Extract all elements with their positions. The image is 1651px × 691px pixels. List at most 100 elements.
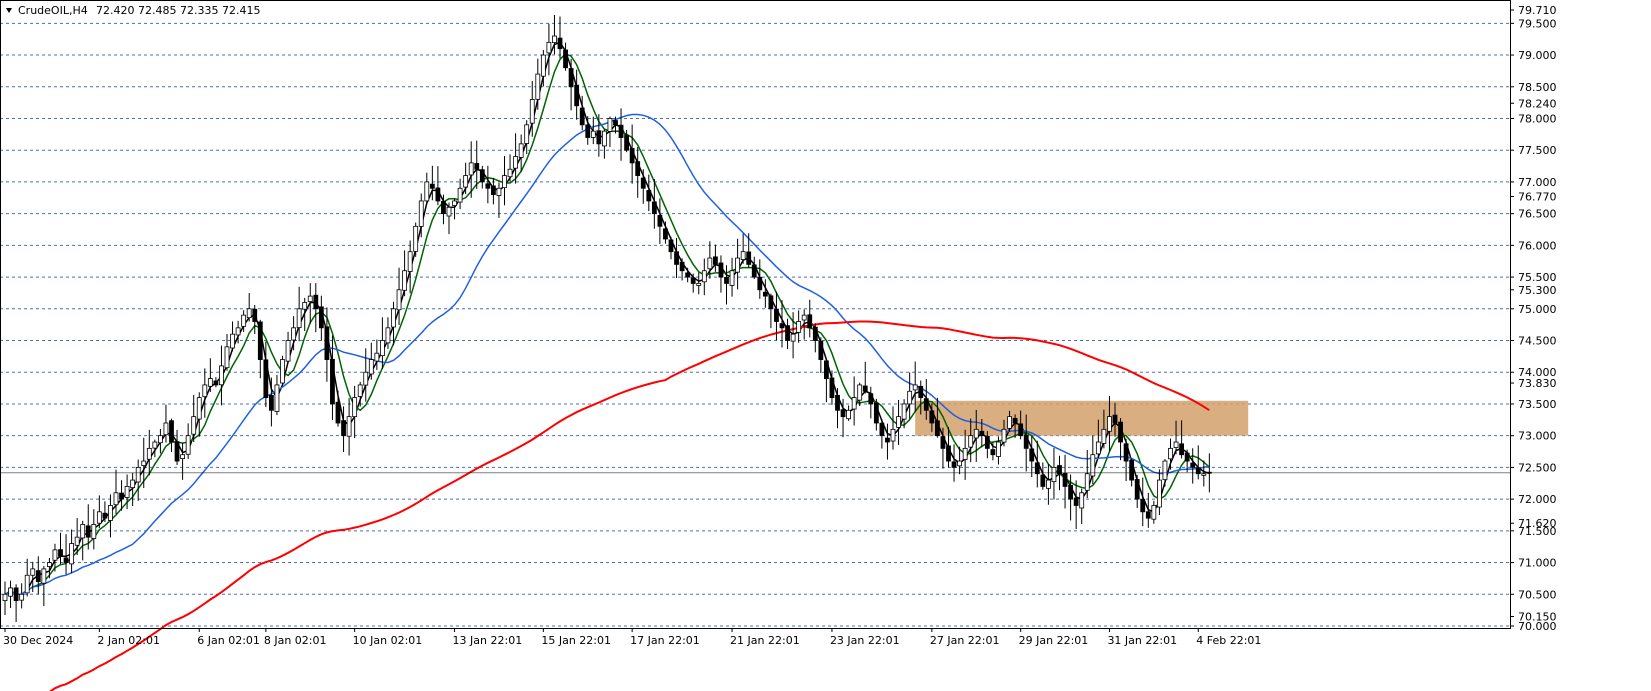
- candle-body-183: [1018, 423, 1024, 437]
- candle-body-119: [663, 228, 668, 240]
- candle-body-46: [257, 321, 263, 360]
- candle-body-24: [135, 467, 141, 483]
- candle-body-104: [579, 107, 585, 126]
- candle-body-71: [396, 289, 402, 311]
- candle-body-51: [285, 340, 291, 362]
- candle-body-124: [690, 277, 696, 284]
- candle-body-12: [69, 543, 74, 565]
- symbol-label[interactable]: CrudeOIL,H4: [18, 4, 88, 17]
- price-chart[interactable]: 79.71079.500 79.000 78.500 78.240 78.000 77.5…: [0, 0, 1651, 691]
- candle-body-39: [219, 365, 224, 386]
- candle-body-57: [318, 306, 324, 329]
- y-tick-label-26: 70.000: [1518, 620, 1557, 633]
- candle-body-127: [707, 257, 713, 270]
- candle-body-188: [1046, 479, 1051, 489]
- candle-body-194: [1079, 492, 1085, 509]
- candle-body-195: [1084, 473, 1090, 491]
- x-tick-label-4: 10 Jan 02:01: [353, 634, 423, 647]
- candle-body-213: [1184, 452, 1190, 462]
- candle-body-117: [651, 201, 657, 215]
- candle-body-202: [1123, 443, 1129, 462]
- time-axis: 30 Dec 2024 2 Jan 02:01 6 Jan 02:01 8 Jan 0…: [3, 628, 1261, 647]
- candle-body-93: [518, 143, 524, 158]
- candle-body-199: [1107, 416, 1112, 432]
- candle-body-14: [80, 524, 86, 539]
- y-tick-label-9: 76.500: [1518, 208, 1557, 221]
- candle-body-160: [890, 428, 896, 442]
- symbol-dropdown-icon[interactable]: [6, 8, 12, 13]
- candle-body-135: [751, 264, 757, 278]
- candle-body-169: [940, 436, 946, 449]
- y-tick-label-11: 75.500: [1518, 271, 1557, 284]
- y-tick-label-14: 74.500: [1518, 335, 1557, 348]
- candle-body-179: [996, 441, 1001, 457]
- candle-body-166: [923, 398, 929, 411]
- candle-body-16: [91, 524, 97, 539]
- candle-body-75: [418, 200, 424, 227]
- x-tick-label-13: 4 Feb 22:01: [1196, 634, 1261, 647]
- candle-body-191: [1062, 472, 1068, 487]
- x-tick-label-3: 8 Jan 02:01: [264, 634, 327, 647]
- candle-body-6: [35, 570, 41, 582]
- candle-body-50: [280, 359, 285, 384]
- candle-body-56: [313, 294, 319, 310]
- candle-body-107: [596, 130, 602, 145]
- candle-body-178: [990, 449, 996, 456]
- candle-body-92: [513, 156, 518, 169]
- candle-body-101: [563, 49, 568, 69]
- candle-body-60: [335, 401, 341, 424]
- candle-body-48: [268, 395, 274, 411]
- candle-body-212: [1179, 443, 1184, 456]
- candle-body-136: [757, 276, 763, 291]
- candle-body-43: [241, 314, 247, 327]
- candle-body-84: [468, 162, 474, 176]
- x-tick-label-11: 29 Jan 22:01: [1019, 634, 1089, 647]
- candle-body-102: [568, 68, 574, 88]
- price-axis: 79.71079.500 79.000 78.500 78.240 78.000 77.5…: [1510, 4, 1557, 633]
- moving-average-line-3: [4, 41, 1210, 596]
- candle-body-23: [130, 479, 136, 489]
- candle-body-38: [213, 380, 219, 386]
- candle-body-15: [85, 525, 91, 538]
- candle-body-66: [368, 359, 374, 375]
- candle-body-161: [896, 416, 901, 428]
- price-grid-lines: [0, 22, 1510, 627]
- y-tick-label-23: 71.000: [1518, 557, 1557, 570]
- candle-body-81: [452, 200, 457, 206]
- candle-body-201: [1118, 421, 1123, 443]
- candle-body-171: [951, 461, 957, 468]
- candle-body-82: [457, 187, 463, 203]
- candle-body-100: [557, 37, 563, 50]
- candle-body-134: [746, 251, 752, 265]
- candle-body-137: [762, 291, 768, 297]
- candle-body-67: [374, 352, 380, 362]
- candle-body-86: [479, 169, 485, 183]
- candle-body-45: [252, 308, 258, 322]
- candle-body-79: [441, 201, 446, 215]
- candle-body-185: [1029, 448, 1035, 462]
- candle-body-34: [191, 416, 197, 435]
- x-tick-label-2: 6 Jan 02:01: [197, 634, 260, 647]
- candle-body-89: [496, 187, 502, 196]
- candle-body-18: [102, 512, 108, 519]
- candle-body-26: [146, 447, 152, 460]
- y-tick-label-18: 73.000: [1518, 430, 1557, 443]
- candle-body-151: [840, 409, 846, 418]
- candle-body-149: [829, 377, 835, 399]
- candle-body-203: [1129, 459, 1135, 481]
- candle-body-4: [24, 574, 30, 594]
- x-tick-label-1: 2 Jan 02:01: [97, 634, 160, 647]
- candle-body-152: [846, 409, 851, 420]
- candle-body-197: [1095, 441, 1101, 455]
- candle-body-147: [818, 340, 824, 360]
- candle-body-128: [713, 256, 718, 265]
- ohlc-values: 72.420 72.485 72.335 72.415: [96, 4, 260, 17]
- candle-body-129: [718, 262, 724, 278]
- candle-body-165: [918, 385, 924, 399]
- candle-body-118: [657, 215, 663, 227]
- candle-body-113: [629, 148, 635, 164]
- candle-body-49: [274, 384, 280, 412]
- candle-body-73: [407, 251, 413, 272]
- candle-body-7: [41, 568, 47, 584]
- candle-body-47: [263, 359, 269, 399]
